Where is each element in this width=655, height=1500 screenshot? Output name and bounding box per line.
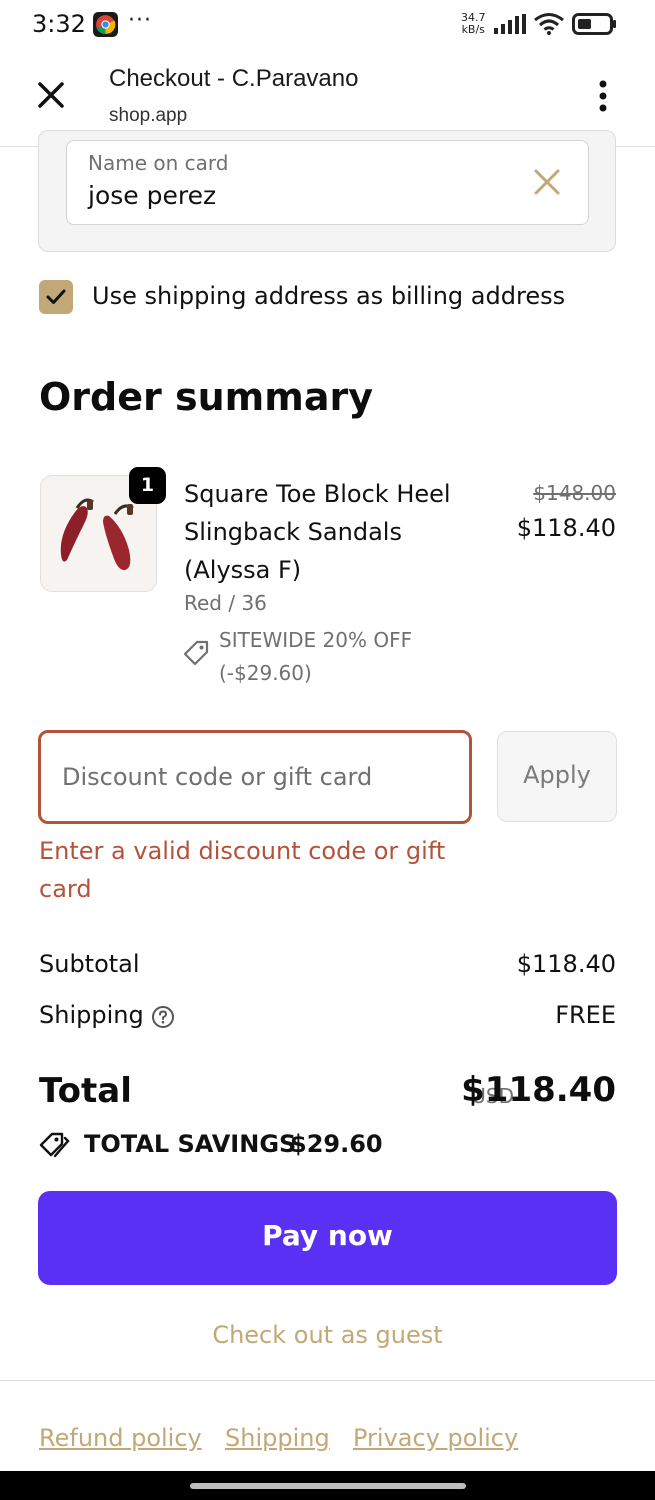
pay-now-button[interactable]: Pay now — [38, 1191, 617, 1285]
name-on-card-value[interactable]: jose perez — [88, 181, 216, 210]
help-icon[interactable] — [151, 1005, 175, 1029]
apply-button-label: Apply — [523, 761, 591, 789]
close-tab-button[interactable] — [34, 78, 68, 112]
discount-code-placeholder: Discount code or gift card — [62, 763, 373, 791]
pay-now-label: Pay now — [262, 1219, 393, 1252]
total-value: $118.40 — [461, 1070, 616, 1110]
status-more-icon: ··· — [128, 8, 152, 33]
battery-icon — [572, 13, 616, 35]
original-price: $148.00 — [533, 481, 616, 505]
subtotal-value: $118.40 — [516, 950, 616, 978]
shipping-label: Shipping — [39, 1001, 144, 1029]
system-nav-bar — [0, 1471, 655, 1500]
shipping-value: FREE — [555, 1001, 616, 1029]
more-options-icon[interactable] — [590, 78, 616, 114]
page-title: Checkout - C.Paravano — [109, 65, 359, 92]
product-name: Square Toe Block Heel Slingback Sandals … — [184, 480, 451, 584]
network-speed: 34.7 kB/s — [461, 12, 486, 36]
name-on-card-field[interactable]: Name on card jose perez — [66, 140, 589, 225]
shipping-policy-link[interactable]: Shipping — [225, 1424, 330, 1452]
subtotal-label: Subtotal — [39, 950, 140, 978]
billing-checkbox[interactable] — [39, 280, 73, 314]
order-summary-title: Order summary — [39, 375, 374, 419]
checkout-as-guest-link[interactable]: Check out as guest — [0, 1321, 655, 1349]
discount-amount: (-$29.60) — [219, 661, 312, 685]
clear-icon[interactable] — [532, 167, 562, 197]
discount-error: Enter a valid discount code or gift card — [39, 837, 446, 903]
chrome-icon — [93, 12, 118, 37]
tag-icon — [183, 640, 209, 666]
privacy-policy-link[interactable]: Privacy policy — [353, 1424, 518, 1452]
footer-divider — [0, 1380, 655, 1381]
signal-icon — [494, 14, 526, 34]
product-variant: Red / 36 — [184, 591, 267, 615]
discount-code-input[interactable]: Discount code or gift card — [38, 730, 472, 824]
refund-policy-link[interactable]: Refund policy — [39, 1424, 202, 1452]
discount-name: SITEWIDE 20% OFF — [219, 628, 413, 652]
status-time: 3:32 — [32, 10, 86, 38]
savings-tag-icon — [39, 1132, 70, 1158]
status-bar: 3:32 ··· 34.7 kB/s — [0, 0, 655, 48]
name-on-card-label: Name on card — [88, 151, 229, 175]
home-gesture-handle[interactable] — [190, 1483, 466, 1489]
total-savings-value: $29.60 — [290, 1130, 383, 1158]
check-icon — [46, 289, 66, 304]
total-label: Total — [39, 1071, 132, 1111]
wifi-icon — [534, 13, 564, 35]
discount-applied-label: SITEWIDE 20% OFF (-$29.60) — [219, 624, 412, 690]
apply-button[interactable]: Apply — [497, 731, 617, 822]
billing-checkbox-label[interactable]: Use shipping address as billing address — [92, 282, 565, 310]
network-speed-unit: kB/s — [461, 23, 485, 36]
quantity-badge: 1 — [129, 467, 166, 504]
page-url: shop.app — [109, 105, 188, 126]
total-savings-label: TOTAL SAVINGS — [84, 1130, 297, 1158]
item-price: $118.40 — [516, 514, 616, 542]
